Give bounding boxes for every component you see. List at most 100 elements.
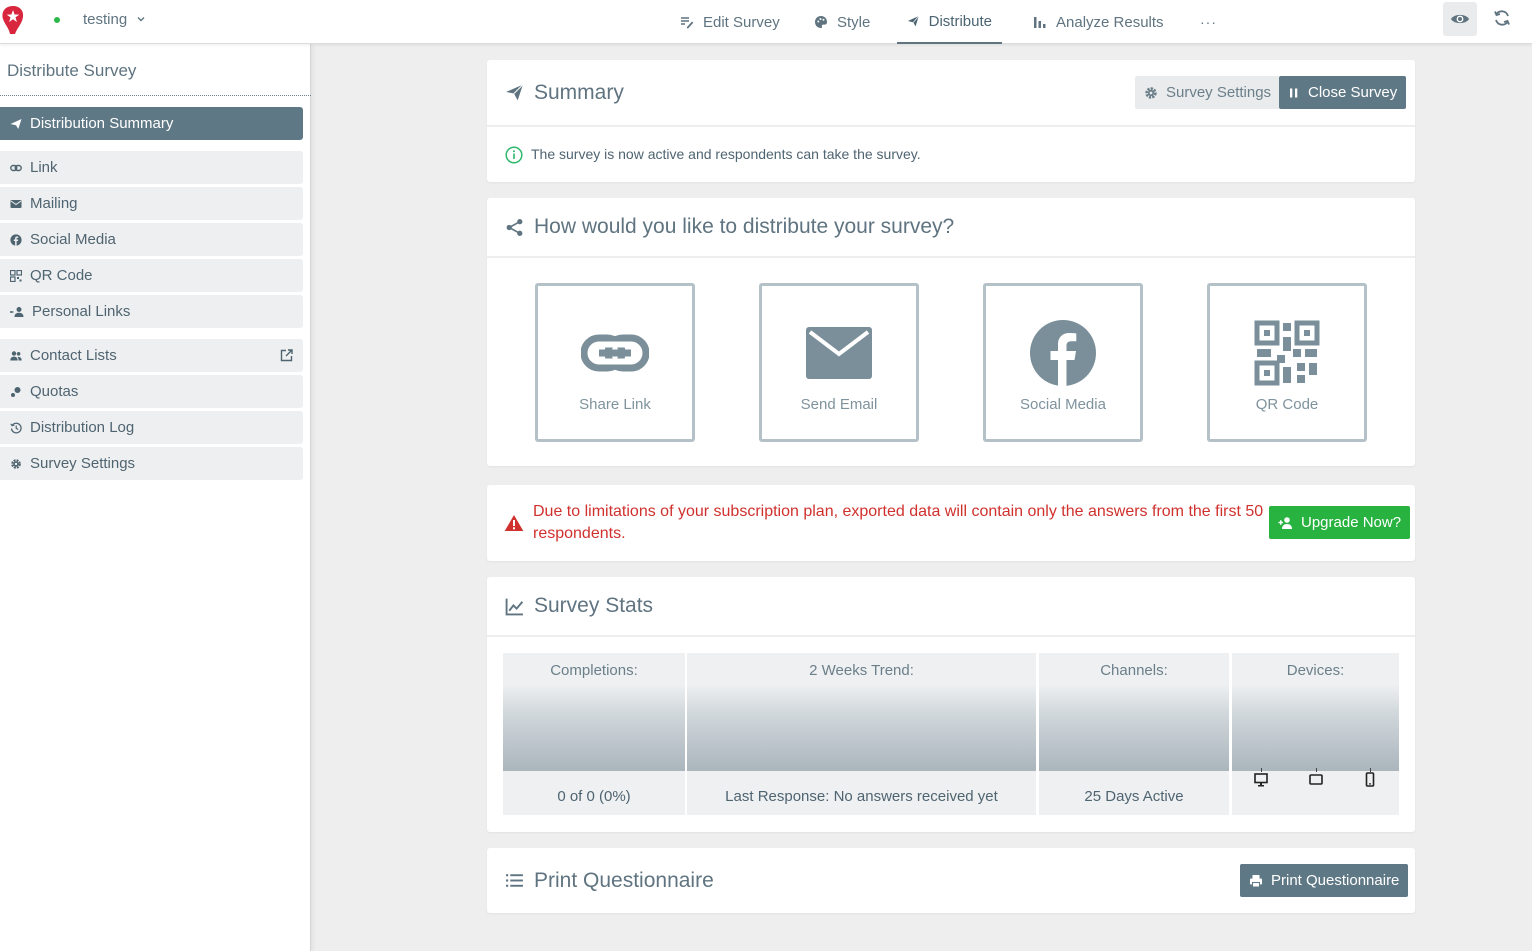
sidebar-item-label: Personal Links (32, 303, 131, 320)
summary-card: Summary Survey Settings Close Survey The… (487, 60, 1415, 182)
external-link-icon[interactable] (280, 349, 293, 362)
button-label: Survey Settings (1166, 84, 1272, 101)
palette-icon (815, 16, 827, 28)
bar-chart-icon (1034, 17, 1046, 28)
stats-graph-area (503, 685, 685, 771)
social-media-tile[interactable]: Social Media (983, 283, 1143, 442)
sidebar-item-qr-code[interactable]: QR Code (0, 259, 303, 292)
card-title: Print Questionnaire (534, 868, 714, 892)
stats-value: Last Response: No answers received yet (725, 788, 998, 805)
sidebar-item-distribution-log[interactable]: Distribution Log (0, 411, 303, 444)
list-icon (506, 874, 523, 887)
sidebar-item-label: Quotas (30, 383, 79, 400)
top-bar: testing Edit Survey Style Distribute Ana… (0, 0, 1532, 44)
send-icon (10, 118, 22, 129)
more-menu-button[interactable]: ··· (1200, 0, 1217, 44)
tab-edit-survey[interactable]: Edit Survey (680, 0, 780, 44)
sidebar-item-label: Survey Settings (30, 455, 136, 472)
contacts-icon (10, 350, 22, 360)
facebook-icon (10, 233, 22, 246)
preview-button[interactable] (1443, 2, 1477, 36)
warning-line: Due to limitations of your subscription … (533, 503, 1264, 520)
history-icon (10, 422, 22, 433)
sidebar-item-survey-settings[interactable]: Survey Settings (0, 447, 303, 480)
survey-status-dot (54, 17, 60, 23)
warning-icon (504, 515, 524, 531)
tile-label: Send Email (800, 396, 878, 413)
tab-distribute[interactable]: Distribute (897, 0, 1002, 44)
sidebar-item-distribution-summary[interactable]: Distribution Summary (0, 107, 303, 140)
tile-label: Social Media (1020, 396, 1106, 413)
stats-header: Completions: (550, 662, 638, 679)
tab-label: Style (837, 13, 871, 31)
send-icon (907, 15, 920, 27)
tab-analyze-results[interactable]: Analyze Results (1033, 0, 1164, 44)
card-title: Summary (534, 80, 624, 104)
survey-name[interactable]: testing (83, 11, 127, 28)
stats-graph-area (687, 685, 1036, 771)
distribute-card: How would you like to distribute your su… (487, 198, 1415, 466)
tab-label: Analyze Results (1056, 13, 1164, 31)
line-chart-icon (505, 598, 524, 615)
stats-devices: Devices: (1232, 653, 1399, 815)
facebook-icon (1030, 320, 1096, 386)
qr-code-icon (10, 269, 22, 282)
card-title: How would you like to distribute your su… (534, 215, 955, 238)
stats-graph-area (1232, 685, 1399, 771)
send-icon (506, 84, 524, 101)
close-survey-button[interactable]: Close Survey (1279, 76, 1407, 109)
button-label: Upgrade Now? (1301, 514, 1402, 531)
qr-code-icon (1254, 320, 1320, 386)
print-questionnaire-button[interactable]: Print Questionnaire (1240, 864, 1409, 897)
tablet-icon (1309, 774, 1323, 785)
pause-icon (1290, 88, 1298, 97)
edit-icon (681, 17, 694, 29)
plan-warning-card: Due to limitations of your subscription … (487, 485, 1415, 561)
sidebar-item-quotas[interactable]: Quotas (0, 375, 303, 408)
sidebar-title: Distribute Survey (7, 61, 137, 80)
sidebar-item-label: Contact Lists (30, 347, 117, 364)
qr-code-tile[interactable]: QR Code (1207, 283, 1367, 442)
chevron-down-icon[interactable] (136, 14, 146, 24)
sidebar-item-mailing[interactable]: Mailing (0, 187, 303, 220)
stats-value: 25 Days Active (1084, 788, 1184, 805)
link-icon (581, 334, 649, 372)
button-label: Close Survey (1308, 84, 1398, 101)
envelope-icon (10, 199, 22, 208)
stats-header: 2 Weeks Trend: (809, 662, 914, 679)
sidebar-item-social-media[interactable]: Social Media (0, 223, 303, 256)
sidebar-item-link[interactable]: Link (0, 151, 303, 184)
desktop-icon (1254, 773, 1268, 787)
upgrade-now-button[interactable]: Upgrade Now? (1269, 506, 1411, 539)
card-title: Survey Stats (534, 594, 654, 617)
app-logo-icon[interactable] (0, 4, 26, 36)
link-icon (10, 164, 22, 171)
refresh-icon[interactable] (1492, 8, 1512, 28)
stats-header: Channels: (1100, 662, 1168, 679)
stats-channels: Channels: 25 Days Active (1039, 653, 1229, 815)
sidebar-item-contact-lists[interactable]: Contact Lists (0, 339, 303, 372)
tab-style[interactable]: Style (814, 0, 870, 44)
share-link-tile[interactable]: Share Link (535, 283, 695, 442)
sidebar-item-label: Distribution Summary (30, 115, 174, 132)
send-email-tile[interactable]: Send Email (759, 283, 919, 442)
person-link-icon (10, 306, 24, 317)
divider (0, 95, 311, 96)
sidebar: Distribute Survey Distribution Summary L… (0, 44, 311, 951)
stats-graph-area (1039, 685, 1229, 771)
card-header: How would you like to distribute your su… (487, 198, 1415, 258)
sidebar-item-personal-links[interactable]: Personal Links (0, 295, 303, 328)
tile-label: Share Link (579, 396, 651, 413)
sidebar-item-label: Mailing (30, 195, 78, 212)
gear-icon (1145, 86, 1157, 99)
stats-value: 0 of 0 (0%) (557, 788, 631, 805)
sidebar-item-label: Social Media (30, 231, 116, 248)
info-icon (505, 146, 523, 164)
survey-settings-button[interactable]: Survey Settings (1135, 76, 1281, 109)
survey-stats-card: Survey Stats Completions: 0 of 0 (0%) 2 … (487, 577, 1415, 832)
tab-label: Edit Survey (703, 13, 780, 31)
tab-label: Distribute (928, 12, 992, 30)
button-label: Print Questionnaire (1271, 872, 1400, 889)
sidebar-item-label: Link (30, 159, 58, 176)
card-header: Survey Stats (487, 577, 1415, 637)
